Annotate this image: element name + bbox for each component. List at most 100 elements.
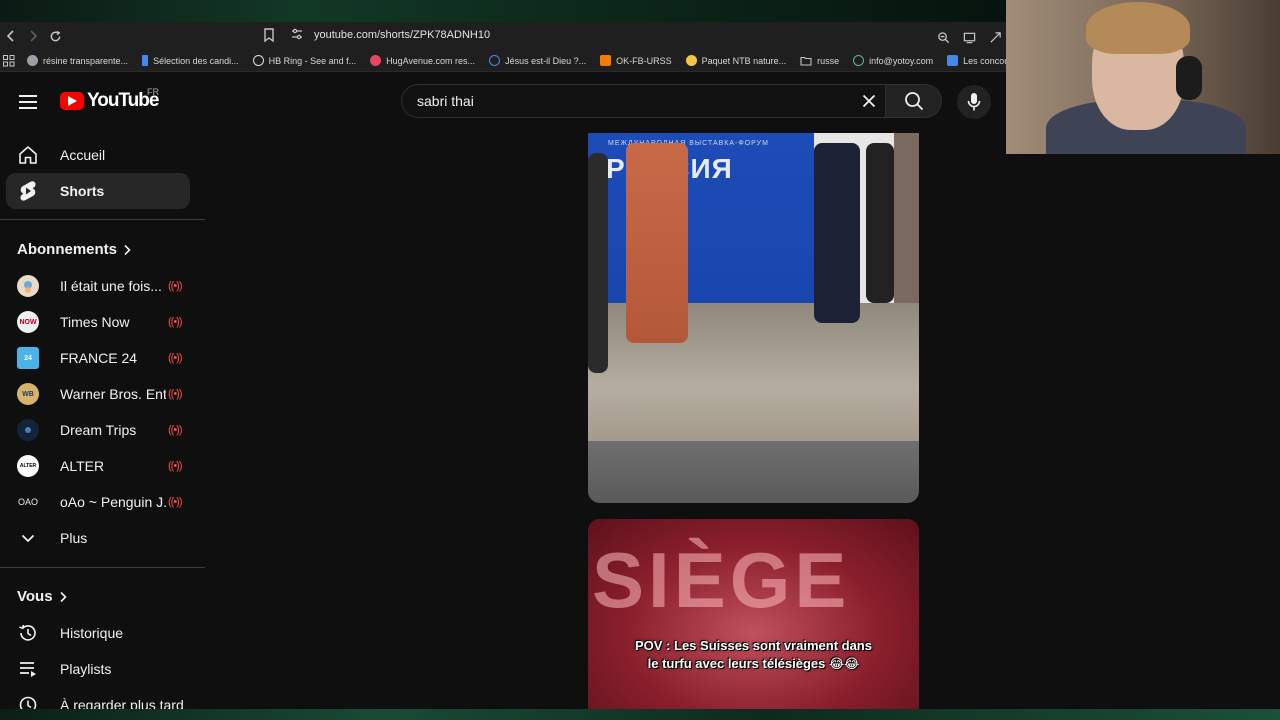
short-video-preview[interactable]: SIÈGE POV : Les Suisses sont vraiment da… <box>588 519 919 709</box>
url-text[interactable]: youtube.com/shorts/ZPK78ADNH10 <box>314 29 490 41</box>
zoom-button[interactable] <box>932 26 954 48</box>
hamburger-icon-bar <box>19 107 37 109</box>
bookmark-item[interactable]: Jésus est-il Dieu ?... <box>489 55 586 66</box>
youtube-play-icon <box>60 92 84 110</box>
video-overlay-text: SIÈGE <box>592 536 851 624</box>
hamburger-icon-bar <box>19 95 37 97</box>
bookmark-label: Jésus est-il Dieu ?... <box>505 55 587 66</box>
region-code: FR <box>147 87 159 97</box>
guide-menu-button[interactable] <box>16 90 40 114</box>
sidebar-item-playlists[interactable]: Playlists <box>6 651 190 687</box>
sidebar-item-history[interactable]: Historique <box>6 615 190 651</box>
caption-line: POV : Les Suisses sont vraiment dans <box>635 638 872 653</box>
bookmark-label: info@yotoy.com <box>869 55 934 66</box>
favicon-icon <box>853 55 865 66</box>
youtube-logo[interactable]: YouTube FR <box>60 87 159 112</box>
you-header[interactable]: Vous <box>17 588 67 605</box>
channel-name: Il était une fois... ... <box>60 278 166 294</box>
channel-avatar: WB <box>17 383 39 405</box>
sidebar-item-shorts[interactable]: Shorts <box>6 173 190 209</box>
bookmark-item[interactable]: Les concours d'au <box>947 55 1006 66</box>
desktop-background-top <box>0 0 1006 22</box>
bookmark-item[interactable]: OK-FB-URSS <box>600 55 672 66</box>
voice-search-button[interactable] <box>957 85 991 119</box>
site-info-button[interactable] <box>290 27 304 46</box>
you-title: Vous <box>17 588 53 605</box>
show-more-button[interactable]: Plus <box>6 520 190 556</box>
back-arrow-icon <box>6 30 14 42</box>
channel-avatar: ALTER <box>17 455 39 477</box>
sidebar-divider <box>0 567 205 568</box>
clear-search-button[interactable] <box>857 89 881 113</box>
subscription-item[interactable]: NOW Times Now ((•)) <box>6 304 190 340</box>
youtube-header: YouTube FR sabri thai <box>0 72 1006 130</box>
favicon-icon <box>370 55 382 66</box>
bookmark-item[interactable]: HB Ring - See and f... <box>252 55 356 66</box>
apps-grid-button[interactable] <box>3 52 15 70</box>
subscription-item[interactable]: ALTER ALTER ((•)) <box>6 448 190 484</box>
favicon-icon <box>252 55 264 66</box>
cast-icon <box>963 32 975 43</box>
bookmark-icon <box>264 28 274 43</box>
sidebar-item-home[interactable]: Accueil <box>6 137 190 173</box>
subscription-item[interactable]: OAO oAo ~ Penguin J... ((•)) <box>6 484 190 520</box>
favicon-icon <box>27 55 38 66</box>
live-indicator-icon: ((•)) <box>168 280 182 292</box>
search-input[interactable]: sabri thai <box>401 84 886 118</box>
channel-avatar <box>17 275 39 297</box>
chevron-right-icon <box>59 591 67 602</box>
favicon-icon <box>685 55 697 66</box>
forward-arrow-icon <box>30 30 38 42</box>
reload-button[interactable] <box>44 25 66 47</box>
bookmark-label: Paquet NTB nature... <box>701 55 787 66</box>
caption-line: le turfu avec leurs télésièges 😂😂 <box>647 656 860 671</box>
sidebar-item-label: Shorts <box>60 183 105 199</box>
channel-name: oAo ~ Penguin J... <box>60 494 166 510</box>
bookmark-item[interactable]: Paquet NTB nature... <box>685 55 787 66</box>
hamburger-icon-bar <box>19 101 37 103</box>
subscriptions-header[interactable]: Abonnements <box>17 241 131 258</box>
channel-name: Times Now <box>60 314 130 330</box>
bookmark-item[interactable]: info@yotoy.com <box>853 55 933 66</box>
cast-button[interactable] <box>958 26 980 48</box>
live-indicator-icon: ((•)) <box>168 424 182 436</box>
search-button[interactable] <box>886 84 942 118</box>
bookmark-item[interactable]: résine transparente... <box>27 55 128 66</box>
zoom-icon <box>937 31 949 43</box>
cartoon-character-icon <box>24 281 32 293</box>
sidebar-divider <box>0 219 205 220</box>
video-frame-doorframe <box>894 133 919 313</box>
share-button[interactable] <box>984 26 1006 48</box>
apps-grid-icon <box>3 54 15 66</box>
forward-button[interactable] <box>22 25 44 47</box>
bookmark-item[interactable]: Sélection des candi... <box>142 55 239 66</box>
short-video-player[interactable]: МЕЖДУНАРОДНАЯ ВЫСТАВКА-ФОРУМ РОССИЯ <box>588 133 919 503</box>
bookmark-item[interactable]: HugAvenue.com res... <box>370 55 475 66</box>
live-indicator-icon: ((•)) <box>168 352 182 364</box>
subscription-item[interactable]: WB Warner Bros. Ent... ((•)) <box>6 376 190 412</box>
browser-address-bar: youtube.com/shorts/ZPK78ADNH10 <box>0 22 1006 50</box>
share-icon <box>989 31 1001 43</box>
back-button[interactable] <box>0 25 22 47</box>
chevron-down-icon <box>17 527 39 549</box>
search-icon <box>904 92 923 111</box>
subscription-item[interactable]: Dream Trips ((•)) <box>6 412 190 448</box>
subscription-item[interactable]: Il était une fois... ... ((•)) <box>6 268 190 304</box>
sidebar-item-label: Playlists <box>60 661 112 677</box>
video-caption: POV : Les Suisses sont vraiment dans le … <box>588 637 919 673</box>
video-frame-bottom <box>588 441 919 503</box>
bookmark-folder[interactable]: russe <box>800 56 839 66</box>
live-indicator-icon: ((•)) <box>168 460 182 472</box>
favicon-icon <box>947 55 959 66</box>
bookmark-label: Les concours d'au <box>963 55 1006 66</box>
desktop-background-bottom <box>0 709 1280 720</box>
show-more-label: Plus <box>60 530 88 546</box>
live-indicator-icon: ((•)) <box>168 388 182 400</box>
channel-avatar <box>17 419 39 441</box>
subscriptions-title: Abonnements <box>17 241 118 258</box>
bookmark-page-button[interactable] <box>262 27 276 48</box>
subscription-item[interactable]: 24 FRANCE 24 ((•)) <box>6 340 190 376</box>
channel-name: ALTER <box>60 458 105 474</box>
shorts-icon <box>16 179 40 203</box>
playlists-icon <box>16 657 40 681</box>
